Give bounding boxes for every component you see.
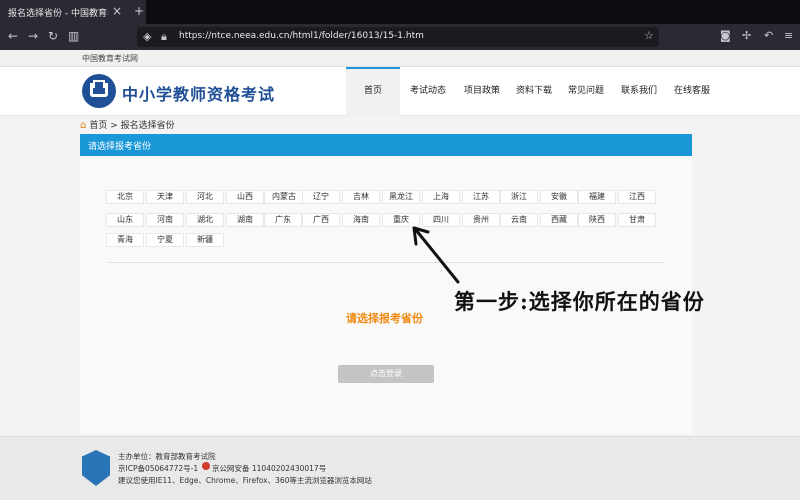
new-tab-icon[interactable]: +	[134, 4, 144, 18]
province-hainan[interactable]: 海南	[342, 213, 380, 227]
gov-site-badge-icon[interactable]	[82, 450, 110, 486]
province-jiangxi[interactable]: 江西	[618, 190, 656, 204]
site-header: 中小学教师资格考试 首页 考试动态 项目政策 资料下载 常见问题 联系我们 在线…	[0, 67, 800, 116]
footer-icp[interactable]: 京ICP备05064772号-1	[118, 463, 198, 474]
province-hunan[interactable]: 湖南	[226, 213, 264, 227]
province-ningxia[interactable]: 宁夏	[146, 233, 184, 247]
forward-icon[interactable]: →	[28, 29, 38, 43]
province-shaanxi[interactable]: 陕西	[578, 213, 616, 227]
province-shanxi[interactable]: 山西	[226, 190, 264, 204]
province-anhui[interactable]: 安徽	[540, 190, 578, 204]
police-badge-icon	[202, 462, 210, 470]
site-logo-icon[interactable]	[82, 74, 116, 108]
province-zhejiang[interactable]: 浙江	[500, 190, 538, 204]
shield-icon[interactable]: ◈	[143, 30, 151, 43]
site-footer: 主办单位：教育部教育考试院 京ICP备05064772号-1 京公网安备 110…	[0, 436, 800, 500]
province-beijing[interactable]: 北京	[106, 190, 144, 204]
province-shandong[interactable]: 山东	[106, 213, 144, 227]
undo-icon[interactable]: ↶	[764, 29, 773, 42]
footer-organizer: 主办单位：教育部教育考试院	[118, 452, 216, 461]
nav-policy[interactable]: 项目政策	[456, 67, 508, 116]
web-page: 中国教育考试网 中小学教师资格考试 首页 考试动态 项目政策 资料下载 常见问题…	[0, 50, 800, 500]
login-button[interactable]: 点击登录	[338, 365, 434, 383]
province-neimenggu[interactable]: 内蒙古	[264, 190, 304, 204]
province-qinghai[interactable]: 青海	[106, 233, 144, 247]
province-hubei[interactable]: 湖北	[186, 213, 224, 227]
province-guangxi[interactable]: 广西	[302, 213, 340, 227]
top-strip: 中国教育考试网	[0, 50, 800, 67]
nav-downloads[interactable]: 资料下载	[508, 67, 560, 116]
bookmark-star-icon[interactable]: ☆	[644, 29, 654, 42]
section-header-title: 请选择报考省份	[88, 142, 152, 152]
top-strip-text[interactable]: 中国教育考试网	[82, 53, 138, 64]
site-title[interactable]: 中小学教师资格考试	[122, 81, 275, 105]
nav-faq[interactable]: 常见问题	[560, 67, 612, 116]
reload-icon[interactable]: ↻	[48, 29, 58, 43]
breadcrumb: ⌂ 首页 > 报名选择省份	[80, 118, 175, 131]
nav-online-service[interactable]: 在线客服	[666, 67, 718, 116]
url-text[interactable]: https://ntce.neea.edu.cn/html1/folder/16…	[179, 31, 424, 41]
reader-view-icon[interactable]: ▥	[68, 29, 79, 43]
province-henan[interactable]: 河南	[146, 213, 184, 227]
section-header-bar: 请选择报考省份	[80, 134, 692, 156]
province-hebei[interactable]: 河北	[186, 190, 224, 204]
province-shanghai[interactable]: 上海	[422, 190, 460, 204]
browser-nav-bar: ← → ↻ ▥ ◈ 🔒︎ https://ntce.neea.edu.cn/ht…	[0, 24, 800, 50]
province-guangdong[interactable]: 广东	[264, 213, 302, 227]
address-bar[interactable]: ◈ 🔒︎ https://ntce.neea.edu.cn/html1/fold…	[137, 27, 659, 47]
province-tianjin[interactable]: 天津	[146, 190, 184, 204]
step-annotation: 第一步:选择你所在的省份	[454, 289, 705, 314]
province-gansu[interactable]: 甘肃	[618, 213, 656, 227]
province-liaoning[interactable]: 辽宁	[302, 190, 340, 204]
nav-contact[interactable]: 联系我们	[612, 67, 666, 116]
nav-exam-news[interactable]: 考试动态	[402, 67, 454, 116]
tab-close-icon[interactable]: ×	[112, 4, 122, 18]
province-xinjiang[interactable]: 新疆	[186, 233, 224, 247]
province-jiangsu[interactable]: 江苏	[462, 190, 500, 204]
footer-police-record[interactable]: 京公网安备 11040202430017号	[212, 463, 326, 474]
nav-home[interactable]: 首页	[346, 67, 400, 116]
province-heilongjiang[interactable]: 黑龙江	[382, 190, 420, 204]
browser-tab[interactable]: 报名选择省份 - 中国教育考试网 × +	[0, 0, 146, 24]
lock-icon[interactable]: 🔒︎	[161, 30, 167, 44]
extensions-icon[interactable]: ✢	[742, 29, 751, 42]
province-yunnan[interactable]: 云南	[500, 213, 538, 227]
browser-tab-bar: 报名选择省份 - 中国教育考试网 × +	[0, 0, 800, 24]
back-icon[interactable]: ←	[8, 29, 18, 43]
tab-title: 报名选择省份 - 中国教育考试网	[8, 8, 108, 19]
content-divider	[108, 262, 664, 263]
menu-icon[interactable]: ≡	[784, 29, 793, 42]
province-fujian[interactable]: 福建	[578, 190, 616, 204]
breadcrumb-text[interactable]: 首页 > 报名选择省份	[89, 121, 174, 131]
select-province-prompt: 请选择报考省份	[346, 312, 423, 325]
province-xizang[interactable]: 西藏	[540, 213, 578, 227]
annotation-arrow-icon	[412, 226, 460, 284]
home-icon[interactable]: ⌂	[80, 120, 86, 131]
pocket-icon[interactable]: ◙	[720, 29, 731, 42]
province-jilin[interactable]: 吉林	[342, 190, 380, 204]
footer-browser-note: 建议您使用IE11、Edge、Chrome、Firefox、360等主流浏览器浏…	[118, 476, 372, 485]
